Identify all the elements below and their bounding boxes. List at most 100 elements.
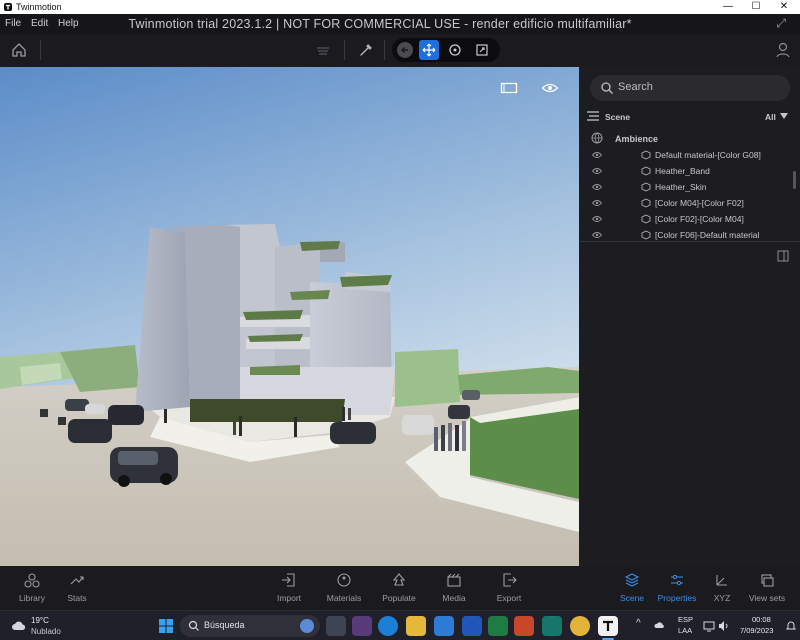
eye-icon[interactable]	[592, 183, 602, 191]
properties-label: Properties	[657, 593, 697, 603]
volume-icon[interactable]	[718, 620, 730, 632]
toolbar-separator	[344, 40, 345, 60]
edge-icon[interactable]	[378, 616, 398, 636]
populate-button[interactable]: Populate	[369, 572, 429, 603]
eye-visibility-icon[interactable]	[541, 82, 559, 94]
eye-icon[interactable]	[592, 167, 602, 175]
3d-viewport[interactable]	[0, 67, 579, 566]
scene-item[interactable]: Heather_Band	[580, 163, 800, 179]
scene-item-label: [Color F02]-[Color M04]	[655, 214, 744, 224]
object-icon	[641, 166, 651, 176]
safe-frame-icon[interactable]	[500, 81, 518, 95]
language-indicator[interactable]: ESP	[678, 615, 693, 624]
media-icon	[447, 573, 461, 587]
panel-divider	[580, 241, 800, 242]
taskbar-search[interactable]: Búsqueda	[180, 615, 320, 637]
minimize-button[interactable]: —	[714, 0, 742, 14]
view-sets-button[interactable]: View sets	[737, 572, 797, 603]
viewsets-icon	[761, 574, 774, 587]
globe-icon	[591, 132, 603, 144]
word-icon[interactable]	[462, 616, 482, 636]
scene-label: Scene	[619, 593, 645, 603]
scene-panel: Search Scene All Ambience Default materi…	[580, 67, 800, 566]
xyz-icon	[716, 575, 727, 586]
search-input[interactable]: Search	[590, 75, 790, 101]
twinmotion-logo-icon	[3, 2, 13, 12]
network-icon[interactable]	[703, 620, 715, 632]
back-arrow-icon[interactable]	[395, 40, 415, 60]
chrome-icon[interactable]	[570, 616, 590, 636]
import-label: Import	[276, 593, 302, 603]
eye-icon[interactable]	[592, 215, 602, 223]
materials-button[interactable]: Materials	[314, 572, 374, 603]
chevron-down-icon[interactable]	[780, 113, 788, 119]
home-icon[interactable]	[8, 39, 30, 61]
windows-taskbar: 19°C Nublado Búsqueda ^ ESP LAA 00:08 7/…	[0, 610, 800, 640]
scale-icon[interactable]	[472, 40, 492, 60]
scene-item-label: Heather_Band	[655, 166, 710, 176]
eye-icon[interactable]	[592, 199, 602, 207]
toolbar	[0, 34, 800, 66]
scene-item[interactable]: Heather_Skin	[580, 179, 800, 195]
scene-item[interactable]: Default material-[Color G08]	[580, 147, 800, 163]
scrollbar-thumb[interactable]	[793, 171, 796, 189]
object-icon	[641, 198, 651, 208]
scene-icon	[624, 573, 640, 587]
twinmotion-taskbar-icon[interactable]	[598, 616, 618, 636]
eye-icon[interactable]	[592, 151, 602, 159]
weather-cloud-icon[interactable]	[10, 617, 28, 635]
move-gizmo-icon[interactable]	[419, 40, 439, 60]
chevron-up-icon[interactable]: ^	[636, 618, 641, 629]
viewsets-label: View sets	[748, 593, 786, 603]
publisher-icon[interactable]	[542, 616, 562, 636]
eye-icon[interactable]	[592, 231, 602, 239]
menu-bar: File Edit Help Twinmotion trial 2023.1.2…	[0, 14, 800, 34]
excel-icon[interactable]	[488, 616, 508, 636]
close-button[interactable]: ✕	[770, 0, 798, 14]
maximize-button[interactable]: ☐	[742, 0, 770, 14]
weather-desc: Nublado	[31, 627, 61, 636]
media-button[interactable]: Media	[424, 572, 484, 603]
onedrive-icon[interactable]	[654, 619, 666, 631]
library-icon	[24, 573, 40, 588]
scene-item[interactable]: [Color M04]-[Color F02]	[580, 195, 800, 211]
windows-start-icon[interactable]	[156, 616, 176, 636]
task-view-icon[interactable]	[326, 616, 346, 636]
eyedropper-icon[interactable]	[354, 39, 376, 61]
object-icon	[641, 230, 651, 240]
bottom-toolbar: Library Stats Import Materials Populate …	[0, 566, 800, 610]
import-button[interactable]: Import	[259, 572, 319, 603]
window-title-bar: Twinmotion — ☐ ✕	[0, 0, 800, 14]
rotate-icon[interactable]	[445, 40, 465, 60]
panel-toggle-icon[interactable]	[777, 250, 789, 262]
populate-label: Populate	[382, 593, 416, 603]
menu-lines-icon[interactable]	[587, 111, 599, 121]
import-icon	[282, 573, 295, 587]
keyboard-layout: LAA	[678, 626, 693, 635]
layers-icon[interactable]	[312, 39, 334, 61]
app-icon[interactable]	[352, 616, 372, 636]
ambience-group-label[interactable]: Ambience	[615, 134, 658, 144]
scene-item[interactable]: [Color F02]-[Color M04]	[580, 211, 800, 227]
fullscreen-icon[interactable]: ⤢	[776, 16, 786, 31]
populate-icon	[392, 573, 406, 586]
object-icon	[641, 150, 651, 160]
scene-item-label: Heather_Skin	[655, 182, 707, 192]
render-scene-image	[0, 67, 579, 566]
scene-label: Scene	[605, 112, 631, 122]
media-label: Media	[442, 593, 466, 603]
user-icon[interactable]	[772, 39, 794, 61]
filter-dropdown[interactable]: All	[765, 112, 776, 122]
stats-button[interactable]: Stats	[47, 572, 107, 603]
materials-icon	[337, 573, 351, 587]
materials-label: Materials	[326, 593, 362, 603]
file-explorer-icon[interactable]	[406, 616, 426, 636]
xyz-label: XYZ	[713, 593, 731, 603]
search-icon	[600, 81, 614, 95]
clock-time[interactable]: 00:08	[752, 615, 771, 624]
powerpoint-icon[interactable]	[514, 616, 534, 636]
export-button[interactable]: Export	[479, 572, 539, 603]
mail-icon[interactable]	[434, 616, 454, 636]
scene-item-label: [Color M04]-[Color F02]	[655, 198, 744, 208]
notification-bell-icon[interactable]	[786, 620, 796, 632]
